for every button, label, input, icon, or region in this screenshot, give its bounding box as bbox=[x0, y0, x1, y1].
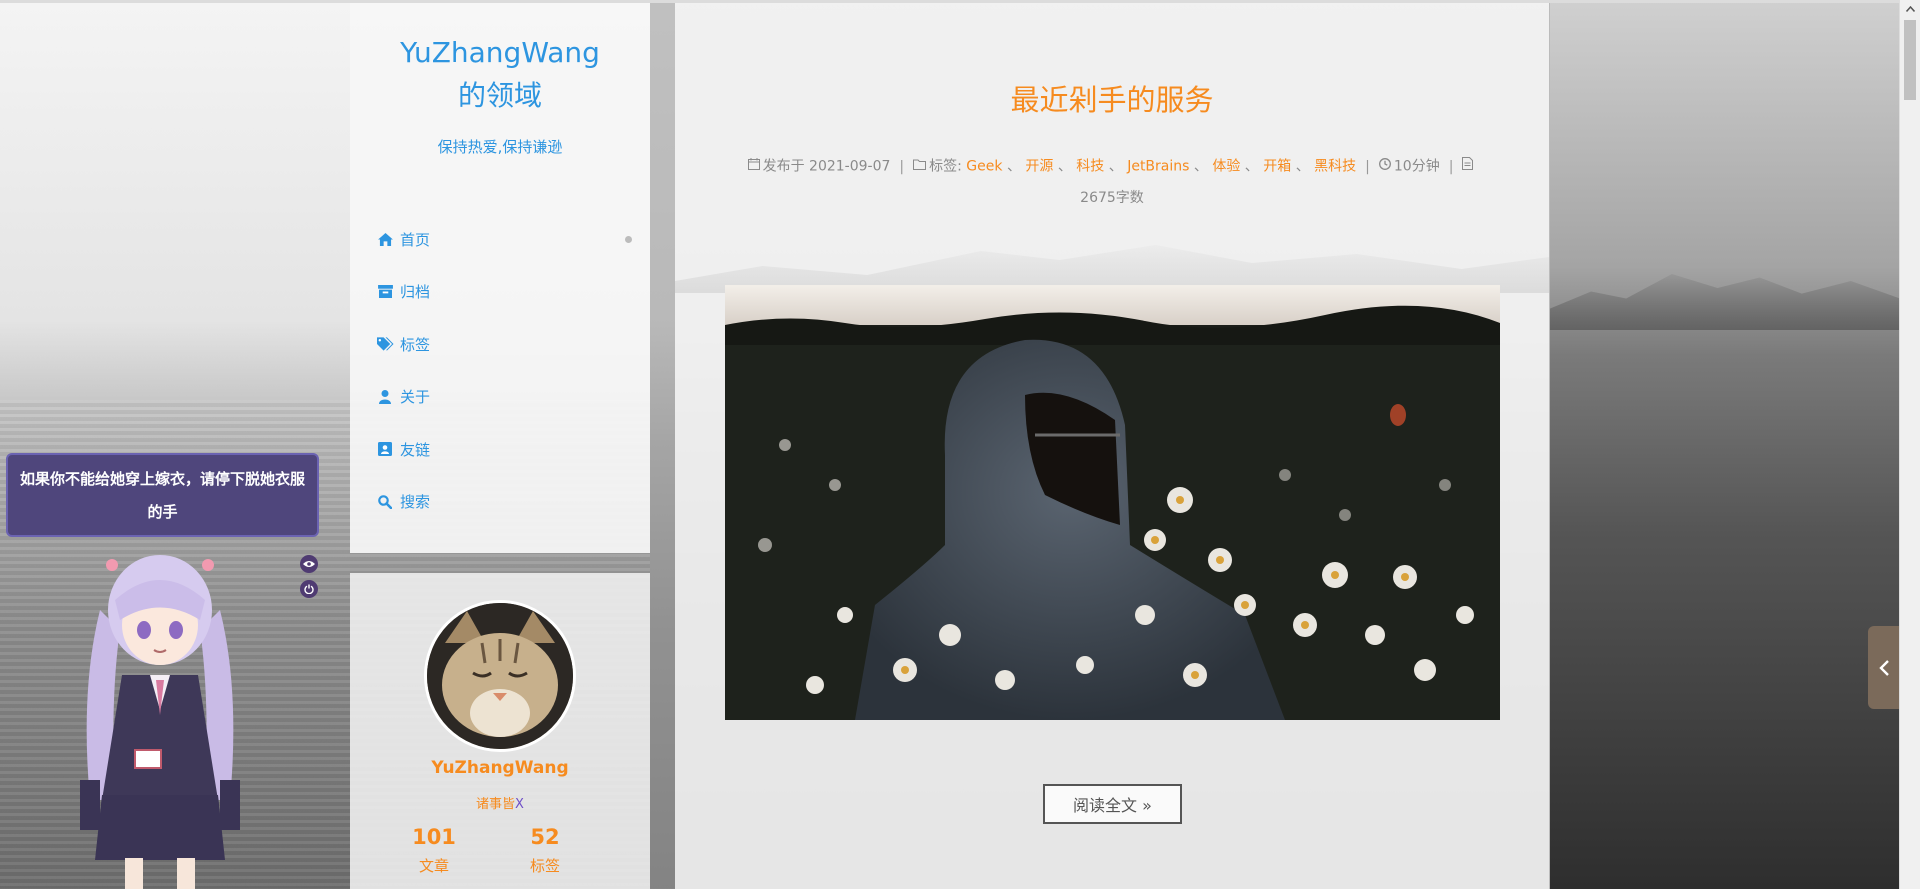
tags-label: 标签: bbox=[929, 158, 962, 175]
home-icon bbox=[376, 231, 394, 247]
hooded-person-in-flowers-photo bbox=[725, 285, 1500, 720]
stat-posts-label: 文章 bbox=[418, 857, 449, 875]
scrollbar-thumb[interactable] bbox=[1904, 20, 1916, 100]
post-tag[interactable]: JetBrains bbox=[1127, 159, 1189, 175]
user-icon bbox=[376, 389, 394, 405]
menu-item-home[interactable]: 首页 bbox=[350, 213, 650, 266]
stat-tags-label: 标签 bbox=[529, 857, 560, 875]
post-column: 最近剁手的服务 发布于 2021-09-07 | 标签: Geek 、 开源 、 科… bbox=[675, 3, 1549, 889]
menu-item-label: 搜索 bbox=[400, 493, 431, 512]
tag-separator: 、 bbox=[1057, 158, 1072, 175]
meta-divider: | bbox=[1448, 158, 1454, 175]
stat-tags[interactable]: 52 标签 bbox=[505, 825, 585, 876]
main-menu: 首页 归档 标签 关于 友链 搜索 bbox=[350, 213, 650, 528]
post-tag[interactable]: 科技 bbox=[1076, 159, 1104, 175]
menu-item-label: 归档 bbox=[400, 283, 431, 302]
site-subtitle: 保持热爱,保持谦逊 bbox=[437, 138, 563, 156]
page-scrollbar[interactable] bbox=[1899, 0, 1920, 889]
word-count: 2675字数 bbox=[1080, 189, 1144, 206]
menu-item-label: 友链 bbox=[400, 440, 431, 459]
menu-item-archive[interactable]: 归档 bbox=[350, 266, 650, 319]
post-tag[interactable]: 开箱 bbox=[1263, 159, 1291, 175]
column-gap bbox=[650, 3, 675, 889]
menu-item-label: 标签 bbox=[400, 335, 431, 354]
author-name: YuZhangWang bbox=[431, 758, 569, 778]
active-indicator-dot bbox=[625, 236, 632, 244]
menu-item-friends[interactable]: 友链 bbox=[350, 423, 650, 476]
post-tag[interactable]: 体验 bbox=[1212, 159, 1240, 175]
tag-separator: 、 bbox=[1006, 158, 1021, 175]
stat-tags-count: 52 bbox=[530, 825, 560, 849]
cat-avatar-image bbox=[427, 603, 573, 749]
document-icon bbox=[1462, 151, 1474, 182]
chevron-left-icon bbox=[1878, 659, 1889, 676]
meta-divider: | bbox=[899, 158, 905, 175]
author-card: YuZhangWang 诸事皆X 101 文章 52 标签 bbox=[350, 573, 650, 889]
post-tag[interactable]: 黑科技 bbox=[1314, 159, 1356, 175]
mascot-speech-bubble: 如果你不能给她穿上嫁衣，请停下脱她衣服的手 bbox=[6, 453, 319, 537]
live2d-mascot[interactable] bbox=[60, 540, 260, 889]
meta-divider: | bbox=[1365, 158, 1370, 175]
calendar-icon bbox=[747, 151, 760, 182]
search-icon bbox=[376, 494, 394, 510]
scroll-up-arrow-icon[interactable] bbox=[1900, 0, 1920, 17]
menu-item-tags[interactable]: 标签 bbox=[350, 318, 650, 371]
column-divider bbox=[1549, 3, 1550, 889]
stat-posts[interactable]: 101 文章 bbox=[394, 825, 474, 876]
menu-item-label: 关于 bbox=[400, 388, 431, 407]
post-meta: 发布于 2021-09-07 | 标签: Geek 、 开源 、 科技 、 JetB… bbox=[730, 151, 1494, 214]
tag-separator: 、 bbox=[1295, 158, 1310, 175]
archive-icon bbox=[376, 284, 394, 300]
menu-item-about[interactable]: 关于 bbox=[350, 371, 650, 424]
eye-icon[interactable] bbox=[300, 555, 318, 573]
post-tag[interactable]: 开源 bbox=[1025, 159, 1053, 175]
tag-separator: 、 bbox=[1193, 158, 1208, 175]
author-description: 诸事皆X bbox=[350, 793, 650, 812]
post-title[interactable]: 最近剁手的服务 bbox=[675, 77, 1549, 119]
background-mountains bbox=[1549, 274, 1900, 330]
tag-separator: 、 bbox=[1108, 158, 1123, 175]
post-cover-image[interactable] bbox=[725, 285, 1500, 720]
tag-separator: 、 bbox=[1244, 158, 1259, 175]
folder-icon bbox=[913, 151, 927, 182]
tags-icon bbox=[376, 336, 394, 352]
anime-girl-mascot-image bbox=[80, 555, 240, 889]
clock-icon bbox=[1378, 151, 1391, 182]
read-more-button[interactable]: 阅读全文 » bbox=[1043, 784, 1182, 824]
published-label: 发布于 bbox=[762, 158, 805, 175]
site-title-line2[interactable]: 的领域 bbox=[350, 74, 650, 117]
published-date: 2021-09-07 bbox=[809, 158, 891, 175]
stat-posts-count: 101 bbox=[412, 825, 456, 849]
site-title-line1[interactable]: YuZhangWang bbox=[350, 31, 650, 74]
author-avatar[interactable] bbox=[424, 600, 576, 752]
site-title[interactable]: YuZhangWang 的领域 bbox=[350, 31, 650, 117]
post-tag[interactable]: Geek bbox=[966, 159, 1002, 175]
site-header-panel: YuZhangWang 的领域 保持热爱,保持谦逊 首页 归档 标签 关于 友链… bbox=[350, 3, 650, 553]
author-desc-tail: X bbox=[515, 797, 524, 812]
author-desc-main: 诸事皆 bbox=[476, 797, 516, 812]
menu-item-label: 首页 bbox=[400, 230, 431, 249]
background-mountain-haze bbox=[675, 245, 1549, 293]
menu-item-search[interactable]: 搜索 bbox=[350, 476, 650, 529]
background-right bbox=[1549, 0, 1900, 889]
power-icon[interactable] bbox=[300, 580, 318, 598]
contact-book-icon bbox=[376, 441, 394, 457]
read-time: 10分钟 bbox=[1393, 158, 1440, 175]
sidebar-toggle-button[interactable] bbox=[1868, 626, 1899, 709]
